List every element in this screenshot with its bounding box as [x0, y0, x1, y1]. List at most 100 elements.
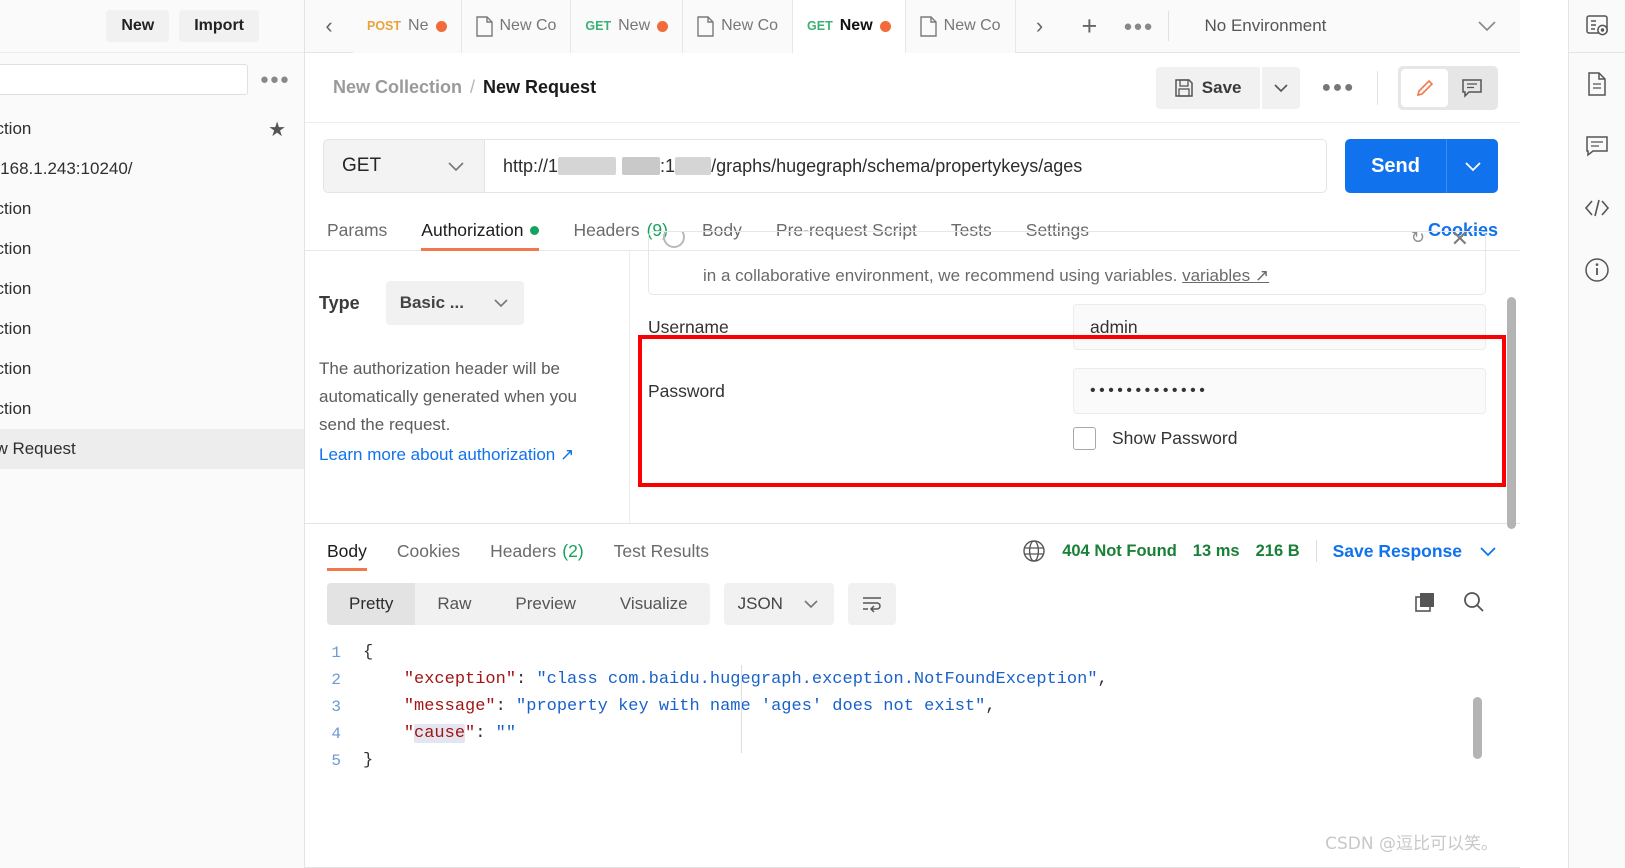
- list-item[interactable]: ection: [0, 349, 304, 389]
- response-language-value: JSON: [737, 594, 783, 613]
- tab-method: GET: [585, 19, 612, 33]
- code-snippet-button[interactable]: [1569, 177, 1625, 239]
- list-item[interactable]: ection ★: [0, 109, 304, 149]
- send-dropdown-button[interactable]: [1446, 139, 1498, 193]
- url-input[interactable]: http://1:1/graphs/hugegraph/schema/prope…: [485, 139, 1328, 193]
- sidebar-item-new-request[interactable]: ew Request: [0, 429, 304, 469]
- line-number: 1: [331, 643, 341, 662]
- sidebar-search-input[interactable]: [0, 63, 248, 95]
- chevron-down-icon: [1273, 83, 1288, 92]
- code-seg: [363, 724, 404, 743]
- auth-type-selector[interactable]: Basic ...: [385, 281, 524, 325]
- tab-collection-2[interactable]: New Co: [683, 0, 794, 53]
- environment-quick-look-button[interactable]: [1569, 0, 1625, 53]
- right-rail: [1568, 0, 1625, 868]
- tab-bar: ‹ POST Ne New Co GET New New Co GET New …: [305, 0, 1520, 53]
- url-port-prefix: :1: [660, 155, 676, 176]
- username-input[interactable]: admin: [1073, 304, 1486, 350]
- chevron-down-icon: [1478, 21, 1496, 32]
- star-icon[interactable]: ★: [268, 117, 286, 142]
- import-button[interactable]: Import: [179, 10, 259, 42]
- code-seg: "": [495, 724, 517, 743]
- copy-button[interactable]: [1402, 591, 1450, 618]
- save-label: Save: [1201, 77, 1242, 97]
- line-number: 5: [331, 751, 341, 770]
- code-seg: ,: [1097, 670, 1108, 689]
- list-item[interactable]: ection: [0, 309, 304, 349]
- search-button[interactable]: [1450, 590, 1498, 619]
- authorization-active-dot-icon: [530, 226, 540, 235]
- sidebar-toolbar: New Import: [0, 0, 304, 53]
- tab-more-icon[interactable]: ●●●: [1115, 18, 1161, 35]
- tab-params[interactable]: Params: [327, 220, 387, 250]
- password-input[interactable]: •••••••••••••: [1073, 368, 1486, 414]
- wrap-lines-button[interactable]: [847, 583, 896, 625]
- list-item[interactable]: ection: [0, 389, 304, 429]
- list-item[interactable]: 2.168.1.243:10240/: [0, 149, 304, 189]
- tab-authorization[interactable]: Authorization: [421, 220, 540, 251]
- auth-left-column: Type Basic ... The authorization header …: [305, 251, 630, 523]
- variables-link[interactable]: variables ↗: [1182, 266, 1269, 285]
- response-language-selector[interactable]: JSON: [723, 583, 834, 625]
- response-tab-body[interactable]: Body: [327, 541, 367, 571]
- environment-quick-look-icon: [1586, 15, 1608, 36]
- format-pretty-button[interactable]: Pretty: [327, 583, 416, 625]
- info-button[interactable]: [1569, 239, 1625, 301]
- tab-title: New Co: [943, 17, 1001, 34]
- list-item[interactable]: ection: [0, 229, 304, 269]
- code-scrollbar[interactable]: [1473, 697, 1482, 759]
- new-tab-plus-icon[interactable]: +: [1064, 11, 1116, 42]
- code-text: {: [363, 643, 373, 662]
- save-response-button[interactable]: Save Response: [1333, 541, 1462, 562]
- code-seg: "message": [403, 697, 496, 716]
- tab-collection-3[interactable]: New Co: [905, 0, 1016, 53]
- format-visualize-button[interactable]: Visualize: [598, 583, 710, 625]
- refresh-icon[interactable]: ↻: [1411, 232, 1425, 248]
- response-format-bar: Pretty Raw Preview Visualize JSON: [305, 571, 1520, 625]
- response-tab-headers[interactable]: Headers (2): [490, 541, 584, 571]
- tab-collection-1[interactable]: New Co: [461, 0, 572, 53]
- format-preview-button[interactable]: Preview: [493, 583, 597, 625]
- show-password-checkbox[interactable]: [1073, 427, 1096, 450]
- code-seg-highlighted: cause: [414, 724, 466, 743]
- list-item[interactable]: ection: [0, 269, 304, 309]
- breadcrumb-collection[interactable]: New Collection: [333, 77, 462, 98]
- chevron-left-icon[interactable]: ‹: [305, 13, 353, 39]
- environment-selector[interactable]: No Environment: [1175, 16, 1520, 36]
- tab-method: GET: [807, 19, 833, 33]
- auth-description: The authorization header will be automat…: [319, 359, 577, 434]
- http-method-selector[interactable]: GET: [323, 139, 485, 193]
- code-seg: ": [465, 724, 476, 743]
- close-icon[interactable]: ✕: [1451, 232, 1469, 252]
- request-more-icon[interactable]: ●●●: [1300, 79, 1378, 97]
- sidebar-more-icon[interactable]: ●●●: [254, 71, 296, 88]
- response-tab-cookies[interactable]: Cookies: [397, 541, 460, 571]
- divider: [1167, 11, 1169, 41]
- chevron-down-icon[interactable]: [1478, 545, 1498, 558]
- edit-mode-button[interactable]: [1401, 68, 1448, 107]
- save-dropdown-button[interactable]: [1261, 66, 1300, 109]
- save-button[interactable]: Save: [1155, 66, 1260, 109]
- unsaved-dot-icon: [879, 20, 891, 32]
- comments-button[interactable]: [1569, 115, 1625, 177]
- new-button[interactable]: New: [106, 10, 170, 42]
- code-seg: "exception": [403, 670, 517, 689]
- tab-request-1[interactable]: POST Ne: [353, 0, 462, 53]
- auth-type-value: Basic ...: [399, 293, 464, 312]
- tab-request-active[interactable]: GET New: [793, 0, 906, 53]
- info-icon: [1585, 258, 1609, 282]
- chevron-right-icon[interactable]: ›: [1016, 13, 1064, 39]
- auth-panel-scrollbar[interactable]: [1507, 297, 1516, 529]
- watermark: CSDN @逗比可以笑。: [1325, 834, 1498, 854]
- url-suffix: /graphs/hugegraph/schema/propertykeys/ag…: [711, 155, 1083, 176]
- response-tab-test-results[interactable]: Test Results: [614, 541, 709, 571]
- format-raw-button[interactable]: Raw: [415, 583, 493, 625]
- learn-more-link[interactable]: Learn more about authorization ↗: [319, 445, 607, 465]
- list-item[interactable]: ection: [0, 189, 304, 229]
- tab-request-2[interactable]: GET New: [571, 0, 684, 53]
- documentation-button[interactable]: [1569, 53, 1625, 115]
- response-body-code: 1 { 2 "exception": "class com.baidu.huge…: [305, 625, 1520, 774]
- comment-mode-button[interactable]: [1448, 69, 1495, 107]
- response-tabs: Body Cookies Headers (2) Test Results 40…: [305, 523, 1520, 571]
- send-button[interactable]: Send: [1345, 139, 1446, 193]
